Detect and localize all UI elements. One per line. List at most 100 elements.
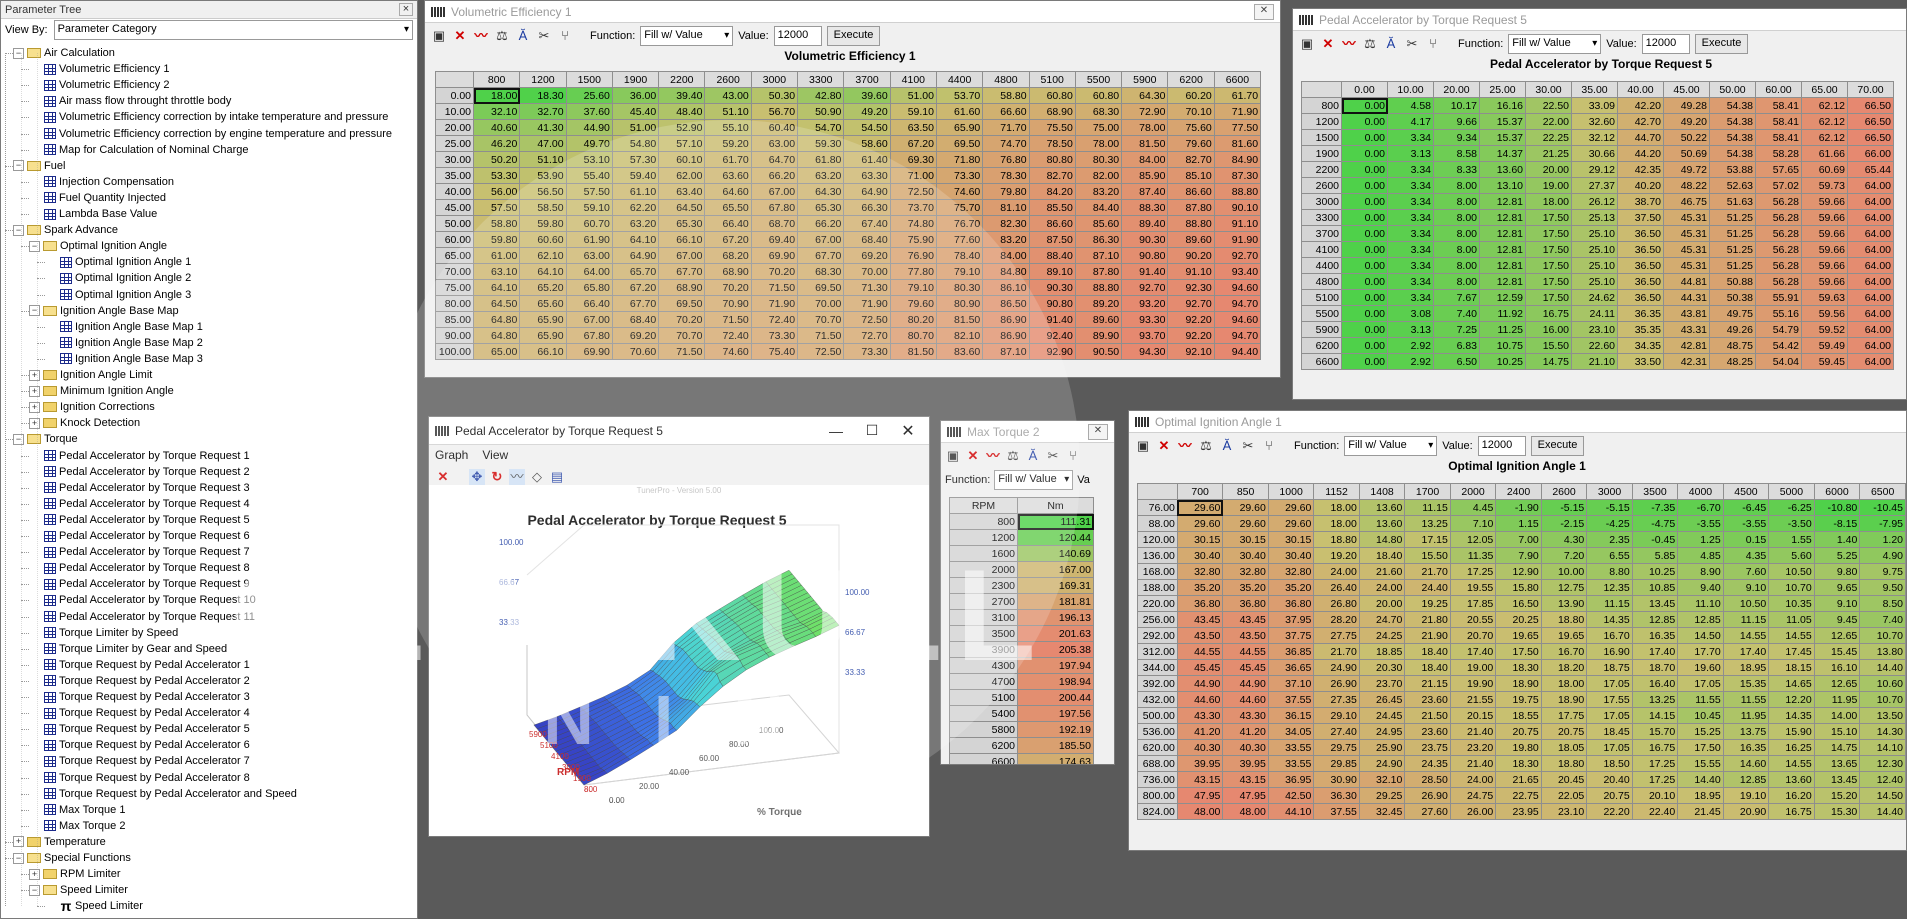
table-cell[interactable]: 56.00	[472, 183, 521, 200]
table-cell[interactable]: 58.80	[982, 87, 1030, 104]
table-cell[interactable]: 90.50	[1074, 343, 1123, 360]
table-cell[interactable]: 80.30	[935, 279, 984, 296]
table-cell[interactable]: 21.25	[1525, 145, 1572, 162]
table-cell[interactable]: 21.45	[1677, 803, 1724, 820]
table-cell[interactable]: 92.70	[1213, 247, 1262, 264]
table-cell[interactable]: 69.90	[750, 247, 799, 264]
table-cell[interactable]: 59.56	[1801, 305, 1848, 322]
table-cell[interactable]: 43.31	[1663, 321, 1710, 338]
table-cell[interactable]: 18.20	[1540, 659, 1588, 676]
table-cell[interactable]: 15.30	[1813, 803, 1861, 820]
chart-wave-icon[interactable]: 〰	[509, 469, 525, 485]
expand-icon[interactable]: +	[13, 836, 24, 848]
table-cell[interactable]: 63.00	[750, 135, 799, 152]
table-cell[interactable]: -5.15	[1540, 499, 1588, 516]
table-cell[interactable]: 56.28	[1755, 225, 1802, 242]
table-cell[interactable]: 36.50	[1617, 273, 1664, 290]
table-cell[interactable]: 14.50	[1859, 787, 1906, 804]
table-cell[interactable]: -5.15	[1586, 499, 1633, 516]
row-header[interactable]: 1500	[1301, 129, 1342, 146]
surface-icon[interactable]: ◇	[529, 469, 545, 485]
table-cell[interactable]: 17.40	[1722, 643, 1770, 660]
table-cell[interactable]: 47.95	[1176, 787, 1224, 804]
table-cell[interactable]: 14.40	[1859, 659, 1906, 676]
table-cell[interactable]: 18.40	[1404, 659, 1451, 676]
column-header[interactable]: 50.00	[1709, 81, 1756, 98]
row-header[interactable]: 5900	[1301, 321, 1342, 338]
table-cell[interactable]: 66.30	[843, 199, 891, 216]
table-cell[interactable]: 14.37	[1479, 145, 1526, 162]
table-cell[interactable]: 67.80	[750, 199, 799, 216]
table-cell[interactable]: 59.66	[1801, 209, 1848, 226]
table-cell[interactable]: 87.40	[1121, 183, 1169, 200]
row-header[interactable]: 4800	[1301, 273, 1342, 290]
smooth-icon[interactable]: ✂	[1404, 36, 1420, 52]
table-cell[interactable]: 85.90	[1121, 167, 1169, 184]
table-cell[interactable]: 25.10	[1571, 225, 1618, 242]
fork-icon[interactable]: ⑂	[1261, 438, 1277, 454]
table-cell[interactable]: 61.70	[704, 151, 752, 168]
table-cell[interactable]: 51.00	[889, 87, 937, 104]
tree-node[interactable]: Torque Request by Pedal Accelerator 5	[29, 721, 250, 737]
table-cell[interactable]: 45.31	[1663, 225, 1710, 242]
table-cell[interactable]: 57.65	[1755, 161, 1802, 178]
row-header[interactable]: 5800	[949, 721, 1018, 738]
table-cell[interactable]: 26.45	[1358, 691, 1406, 708]
tree-node[interactable]: Injection Compensation	[29, 174, 174, 190]
table-cell[interactable]: 54.38	[1709, 97, 1756, 114]
table-cell[interactable]: 12.81	[1479, 225, 1526, 242]
interpolate-icon[interactable]: Ă	[515, 28, 531, 44]
table-cell[interactable]: -3.55	[1677, 515, 1724, 532]
tree-node[interactable]: Air mass flow throught throttle body	[29, 93, 231, 109]
table-cell[interactable]: 14.50	[1677, 627, 1724, 644]
tree-node[interactable]: + RPM Limiter	[29, 866, 121, 882]
table-cell[interactable]: 83.60	[935, 343, 984, 360]
row-header[interactable]: 2200	[1301, 161, 1342, 178]
table-cell[interactable]: 53.30	[472, 167, 521, 184]
tree-node[interactable]: − Special Functions	[13, 850, 131, 866]
table-cell[interactable]: 198.94	[1017, 673, 1094, 690]
table-cell[interactable]: 18.15	[1768, 659, 1815, 676]
table-cell[interactable]: 68.90	[704, 263, 752, 280]
tree-node[interactable]: Pedal Accelerator by Torque Request 4	[29, 496, 250, 512]
table-cell[interactable]: 18.00	[472, 87, 521, 104]
table-cell[interactable]: 70.20	[658, 311, 706, 328]
table-cell[interactable]: 54.70	[797, 119, 845, 136]
table-cell[interactable]: 54.50	[843, 119, 891, 136]
table-cell[interactable]: 43.50	[1222, 627, 1269, 644]
table-cell[interactable]: 11.95	[1722, 707, 1770, 724]
table-cell[interactable]: 68.30	[1074, 103, 1123, 120]
table-cell[interactable]: 53.10	[565, 151, 613, 168]
table-cell[interactable]: 50.22	[1663, 129, 1710, 146]
table-cell[interactable]: 17.50	[1525, 257, 1572, 274]
table-cell[interactable]: 78.00	[1074, 135, 1123, 152]
table-cell[interactable]: 67.00	[565, 311, 613, 328]
table-cell[interactable]: 7.40	[1859, 611, 1906, 628]
table-cell[interactable]: 20.75	[1586, 787, 1633, 804]
table-cell[interactable]: 89.20	[1074, 295, 1123, 312]
table-cell[interactable]: 66.50	[1847, 113, 1894, 130]
table-cell[interactable]: 33.55	[1267, 755, 1315, 772]
table-cell[interactable]: 24.62	[1571, 289, 1618, 306]
table-cell[interactable]: 19.25	[1404, 595, 1451, 612]
table-cell[interactable]: 4.85	[1677, 547, 1724, 564]
table-cell[interactable]: 78.40	[935, 247, 984, 264]
table-cell[interactable]: 16.10	[1813, 659, 1861, 676]
table-cell[interactable]: 22.00	[1525, 113, 1572, 130]
delete-icon[interactable]: ✕	[1320, 36, 1336, 52]
table-cell[interactable]: 65.60	[519, 295, 567, 312]
close-icon[interactable]: ✕	[1088, 423, 1108, 440]
tree-node[interactable]: Torque Request by Pedal Accelerator 4	[29, 705, 250, 721]
table-cell[interactable]: 17.50	[1495, 643, 1542, 660]
table-cell[interactable]: 72.70	[843, 327, 891, 344]
table-cell[interactable]: 59.52	[1801, 321, 1848, 338]
table-cell[interactable]: 49.20	[843, 103, 891, 120]
table-cell[interactable]: 70.20	[750, 263, 799, 280]
table-cell[interactable]: 9.10	[1813, 595, 1861, 612]
table-cell[interactable]: 65.00	[472, 343, 521, 360]
table-cell[interactable]: 56.28	[1755, 273, 1802, 290]
table-cell[interactable]: 53.90	[519, 167, 567, 184]
table-cell[interactable]: 77.80	[889, 263, 937, 280]
row-header[interactable]: 75.00	[435, 279, 474, 296]
tree-node[interactable]: Pedal Accelerator by Torque Request 9	[29, 576, 250, 592]
